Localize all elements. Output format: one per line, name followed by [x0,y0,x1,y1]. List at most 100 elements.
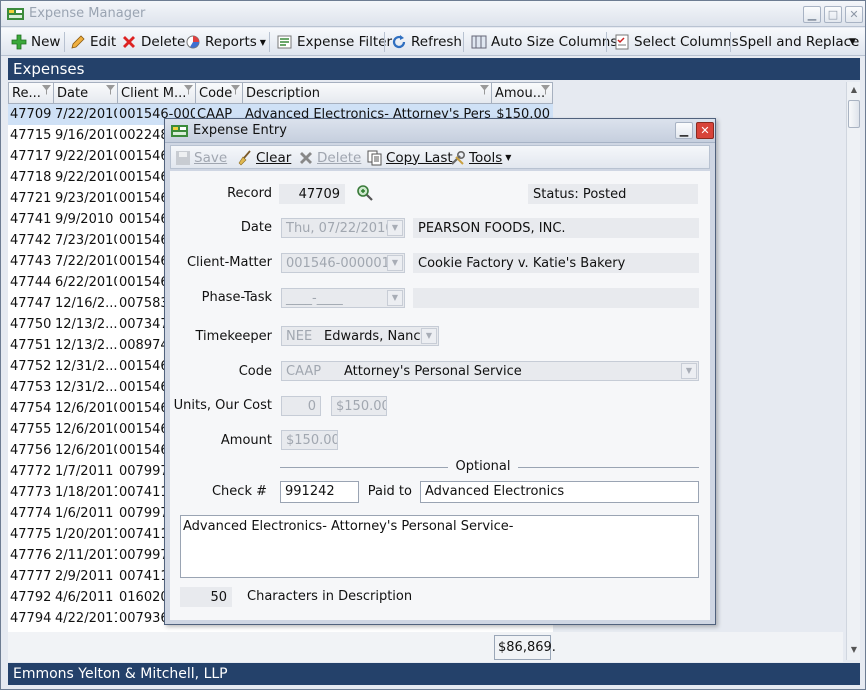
chevron-down-icon[interactable]: ▼ [387,255,403,271]
cell-rec: 47709 [10,107,52,122]
new-button[interactable]: New [11,31,60,53]
clear-button[interactable]: Clear [237,148,291,167]
toolbar-overflow-icon[interactable]: ▼ [849,31,856,53]
cell-date: 12/6/2010 [55,401,117,416]
phase-task-field[interactable]: ____-____ ▼ [281,288,405,308]
maximize-button[interactable]: □ [824,6,842,23]
checklist-icon [615,34,629,50]
cell-rec: 47751 [10,338,52,353]
paid-to-input[interactable]: Advanced Electronics [420,481,699,503]
minimize-button[interactable]: ▁ [803,6,821,23]
amount-label: Amount [220,433,272,448]
optional-divider [280,467,448,468]
cell-date: 9/9/2010 [55,212,114,227]
filter-icon[interactable] [106,85,115,95]
filter-icon [277,35,292,49]
close-button[interactable]: ✕ [845,6,863,23]
dialog-close-button[interactable]: ✕ [696,122,714,139]
our-cost-field[interactable]: $150.00 [331,396,387,416]
tools-menu[interactable]: Tools ▼ [450,148,511,167]
copy-last-button[interactable]: Copy Last [367,148,453,167]
save-button[interactable]: Save [175,148,227,167]
delete-button[interactable]: Delete [298,148,361,167]
cell-rec: 47774 [10,506,52,521]
cell-rec: 47721 [10,191,52,206]
edit-button[interactable]: Edit [70,31,116,53]
dialog-minimize-button[interactable]: ▁ [675,122,693,139]
description-textarea[interactable]: Advanced Electronics- Attorney's Persona… [180,515,699,578]
tools-icon [451,150,466,165]
status-badge: Status: Posted [528,184,698,204]
record-field: 47709 [279,184,345,204]
cell-rec: 47772 [10,464,52,479]
scroll-up-icon[interactable]: ▲ [848,85,860,97]
filter-icon[interactable] [184,85,193,95]
cell-rec: 47755 [10,422,52,437]
auto-size-columns-button[interactable]: Auto Size Columns [471,31,617,53]
grid-footer [8,632,843,662]
amount-field[interactable]: $150.00 [281,430,338,450]
delete-x-icon [123,36,135,48]
record-lookup-icon[interactable] [356,184,374,202]
check-number-input[interactable]: 991242 [280,481,359,503]
character-count: 50 [180,587,232,607]
units-field[interactable]: 0 [281,396,321,416]
client-matter-field[interactable]: 001546-000001 ▼ [281,253,405,273]
chevron-down-icon: ▼ [505,153,512,162]
code-field[interactable]: CAAP Attorney's Personal Service ▼ [281,361,699,381]
expense-filter-button[interactable]: Expense Filter [277,31,392,53]
chevron-down-icon[interactable]: ▼ [421,328,437,344]
column-header-code[interactable]: Code [195,82,243,104]
chevron-down-icon[interactable]: ▼ [387,290,403,306]
timekeeper-field[interactable]: NEE Edwards, Nancy ▼ [281,326,439,346]
column-header-client-matter[interactable]: Client M... [117,82,196,104]
column-header-description[interactable]: Description [242,82,492,104]
cell-rec: 47752 [10,359,52,374]
cell-date: 1/20/2011 [55,527,117,542]
dialog-toolbar: Save Clear Delete Copy Last Tools ▼ [170,145,710,169]
pencil-icon [71,35,85,49]
column-header-date[interactable]: Date [53,82,118,104]
refresh-button[interactable]: Refresh [391,31,462,53]
column-header-record[interactable]: Re... [8,82,54,104]
cell-rec: 47753 [10,380,52,395]
date-field[interactable]: Thu, 07/22/2010 ▼ [281,218,405,238]
filter-icon[interactable] [480,85,489,95]
reports-menu[interactable]: Reports ▼ [185,31,266,53]
cell-date: 9/16/2010 [55,128,117,143]
filter-icon[interactable] [231,85,240,95]
cell-date: 2/11/2011 [55,548,117,563]
scroll-thumb[interactable] [848,100,860,128]
select-columns-button[interactable]: Select Columns [614,31,739,53]
character-count-label: Characters in Description [247,589,413,604]
cell-rec: 47742 [10,233,52,248]
cell-date: 9/22/2010 [55,149,117,164]
scroll-down-icon[interactable]: ▼ [848,645,860,657]
cell-date: 9/23/2010 [55,191,117,206]
chevron-down-icon[interactable]: ▼ [387,220,403,236]
spell-replace-button[interactable]: Spell and Replace [739,31,859,53]
cell-rec: 47794 [10,611,52,626]
cell-rec: 47776 [10,548,52,563]
filter-icon[interactable] [541,85,550,95]
cell-rec: 47741 [10,212,52,227]
cell-rec: 47777 [10,569,52,584]
filter-icon[interactable] [42,85,51,95]
amount-total: $86,869. [494,635,556,660]
check-number-label: Check # [211,484,267,499]
units-cost-label: Units, Our Cost [173,398,272,413]
delete-button[interactable]: Delete [121,31,185,53]
cell-rec: 47715 [10,128,52,143]
chevron-down-icon[interactable]: ▼ [681,363,697,379]
cell-date: 7/23/2010 [55,233,117,248]
code-label: Code [238,364,272,379]
optional-label: Optional [455,459,511,474]
title-bar: Expense Manager ▁ □ ✕ [1,1,865,27]
vertical-scrollbar[interactable]: ▲ ▼ [846,82,860,660]
cell-date: 4/6/2011 [55,590,114,605]
app-icon [171,125,188,137]
cell-date: 12/16/2... [55,296,117,311]
client-name-field: PEARSON FOODS, INC. [413,218,699,238]
column-header-amount[interactable]: Amou... [491,82,553,104]
expense-entry-dialog: Expense Entry ▁ ✕ Save Clear Delete Copy… [164,118,716,625]
